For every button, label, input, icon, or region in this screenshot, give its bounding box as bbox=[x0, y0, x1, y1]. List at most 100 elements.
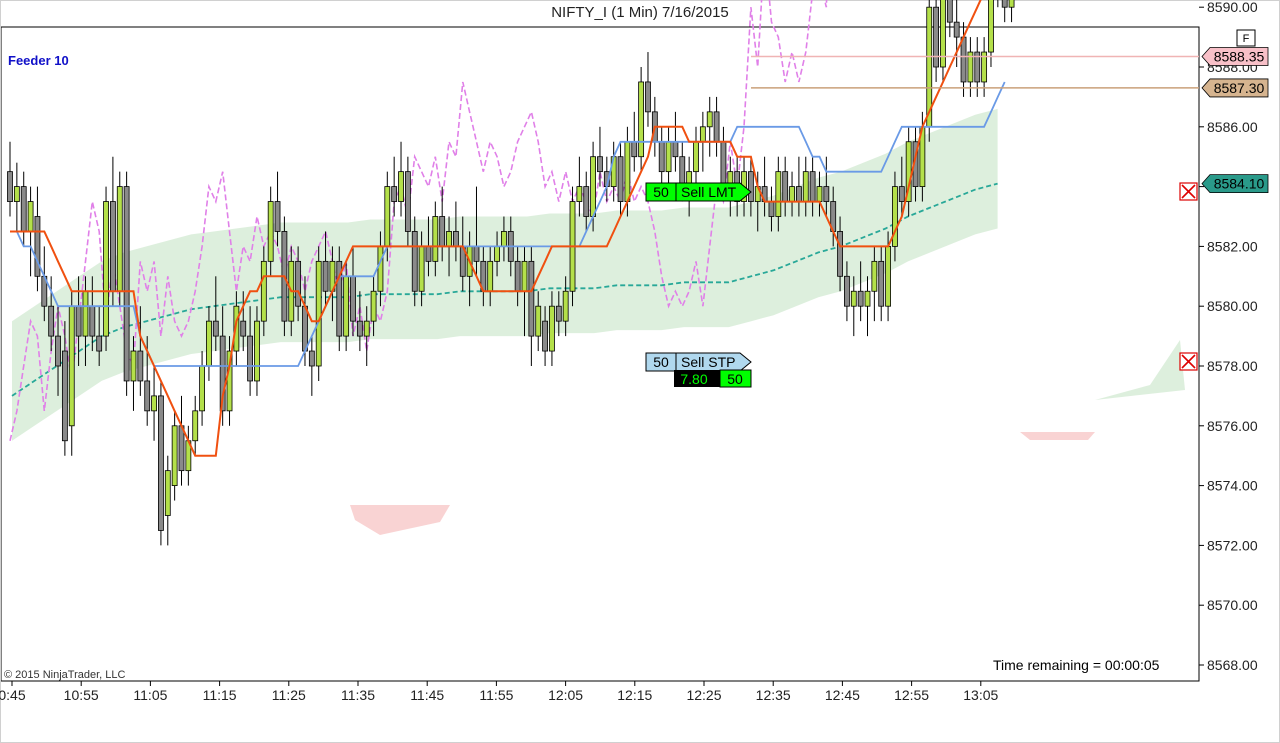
candle-body bbox=[796, 186, 802, 202]
candle-body bbox=[343, 275, 350, 337]
candle-body bbox=[624, 141, 631, 202]
candle-body bbox=[775, 171, 782, 217]
sell-stp-order[interactable]: 50 Sell STP bbox=[645, 352, 752, 372]
candle-body bbox=[123, 186, 130, 382]
x-tick-label: 11:25 bbox=[272, 687, 306, 703]
candle-body bbox=[425, 245, 432, 262]
position-price-label: 8587.30 bbox=[1214, 80, 1265, 96]
candle-body bbox=[247, 335, 254, 382]
candle-body bbox=[1008, 0, 1015, 8]
copyright: © 2015 NinjaTrader, LLC bbox=[4, 669, 125, 681]
chart-canvas[interactable]: 8568.00 8570.00 8572.00 8574.00 8576.00 8578.… bbox=[0, 0, 1280, 743]
cloud-bear-area bbox=[1020, 432, 1095, 440]
candle-body bbox=[597, 156, 603, 173]
candle-body bbox=[82, 290, 89, 337]
candle-body bbox=[151, 395, 157, 412]
position-qty: 50 bbox=[727, 371, 743, 387]
sell-stp-qty: 50 bbox=[653, 354, 669, 370]
position-pnl: 7.80 bbox=[680, 371, 707, 387]
candle-body bbox=[713, 111, 720, 143]
candle-body bbox=[164, 470, 171, 516]
x-tick-label: 11:05 bbox=[133, 687, 167, 703]
sell-stp-cancel-button[interactable] bbox=[1179, 352, 1198, 371]
candle-body bbox=[576, 186, 583, 202]
candle-body bbox=[679, 156, 686, 187]
candle-body bbox=[1001, 0, 1008, 8]
y-tick-label: 8576.00 bbox=[1207, 418, 1258, 434]
candle-body bbox=[363, 320, 370, 337]
candle-body bbox=[446, 231, 452, 247]
candle-body bbox=[665, 141, 672, 173]
candle-body bbox=[432, 216, 439, 262]
candle-body bbox=[885, 245, 891, 307]
candle-body bbox=[96, 335, 103, 352]
x-tick-label: 12:55 bbox=[894, 687, 929, 703]
x-tick-label: 11:15 bbox=[203, 687, 237, 703]
price-axis[interactable]: 8568.00 8570.00 8572.00 8574.00 8576.00 8578.… bbox=[1199, 0, 1258, 673]
candle-body bbox=[103, 201, 109, 337]
candle-body bbox=[960, 36, 967, 83]
candle-body bbox=[638, 81, 645, 158]
candle-body bbox=[439, 216, 446, 247]
candle-body bbox=[988, 0, 994, 53]
candle-body bbox=[898, 186, 905, 202]
candle-body bbox=[75, 305, 82, 337]
candle-body bbox=[487, 260, 494, 292]
f-button-label: F bbox=[1243, 33, 1250, 45]
candle-body bbox=[857, 290, 864, 307]
candle-body bbox=[356, 320, 363, 337]
candle-body bbox=[871, 260, 878, 292]
price-marker-2-label: 8584.10 bbox=[1214, 176, 1265, 192]
candle-body bbox=[452, 231, 459, 247]
candle-body bbox=[178, 425, 185, 472]
candle-body bbox=[768, 201, 775, 217]
candle-body bbox=[308, 350, 315, 367]
x-tick-label: 11:55 bbox=[479, 687, 513, 703]
candle-body bbox=[274, 201, 281, 232]
candle-body bbox=[583, 186, 590, 217]
candle-body bbox=[89, 305, 96, 337]
candle-body bbox=[48, 305, 55, 337]
candle-body bbox=[418, 245, 425, 292]
candle-body bbox=[720, 141, 727, 187]
time-remaining: Time remaining = 00:00:05 bbox=[993, 657, 1160, 673]
candle-body bbox=[260, 260, 267, 322]
sell-stp-label: Sell STP bbox=[681, 354, 735, 370]
candle-body bbox=[782, 171, 789, 202]
y-tick-label: 8568.00 bbox=[1207, 657, 1258, 673]
candle-body bbox=[850, 290, 857, 307]
candle-body bbox=[370, 290, 377, 322]
candle-body bbox=[267, 201, 274, 262]
candle-body bbox=[212, 320, 219, 337]
sell-stp-price-label: 8588.35 bbox=[1214, 49, 1265, 65]
candle-body bbox=[658, 141, 665, 173]
candle-body bbox=[20, 186, 27, 232]
candle-body bbox=[384, 186, 391, 247]
candle-body bbox=[110, 201, 116, 292]
y-tick-label: 8570.00 bbox=[1207, 597, 1258, 613]
candle-body bbox=[864, 290, 871, 307]
candle-body bbox=[130, 350, 137, 382]
candle-body bbox=[391, 186, 398, 202]
candle-body bbox=[158, 395, 164, 531]
candle-body bbox=[816, 186, 823, 202]
candle-body bbox=[789, 186, 795, 202]
y-tick-label: 8586.00 bbox=[1207, 119, 1258, 135]
candle-body bbox=[747, 171, 754, 202]
y-tick-label: 8574.00 bbox=[1207, 478, 1258, 494]
candle-body bbox=[55, 335, 61, 367]
sell-lmt-cancel-button[interactable] bbox=[1179, 182, 1198, 201]
sell-lmt-order[interactable]: 50 Sell LMT bbox=[645, 182, 752, 202]
time-axis[interactable]: 0:45 10:55 11:05 11:15 11:25 11:35 11:45 11:55 1… bbox=[0, 681, 999, 703]
position-tag[interactable]: 7.80 50 bbox=[674, 369, 752, 388]
candle-body bbox=[837, 231, 843, 277]
x-tick-label: 10:55 bbox=[64, 687, 99, 703]
candle-body bbox=[322, 260, 329, 292]
candle-body bbox=[617, 156, 624, 202]
x-tick-label: 12:45 bbox=[825, 687, 860, 703]
candle-body bbox=[699, 126, 706, 143]
x-tick-label: 12:05 bbox=[548, 687, 583, 703]
candle-body bbox=[473, 245, 480, 262]
x-tick-label: 12:25 bbox=[686, 687, 721, 703]
candle-body bbox=[802, 171, 809, 202]
